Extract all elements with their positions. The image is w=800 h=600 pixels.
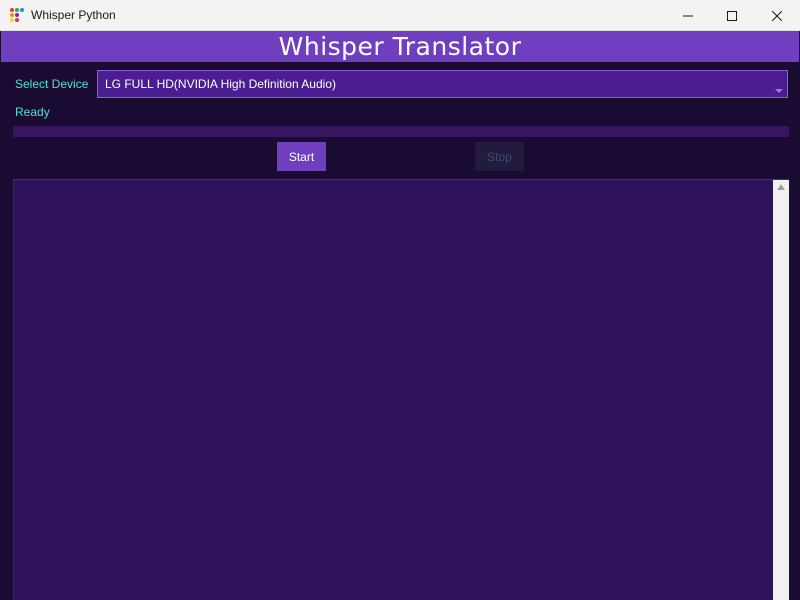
- app-window: Whisper Python Whisper Translator Select…: [0, 0, 800, 600]
- device-select[interactable]: LG FULL HD(NVIDIA High Definition Audio): [97, 70, 788, 98]
- start-button[interactable]: Start: [277, 142, 326, 171]
- maximize-icon: [727, 10, 737, 21]
- title-bar: Whisper Python: [0, 0, 800, 31]
- close-button[interactable]: [754, 0, 800, 31]
- minimize-button[interactable]: [665, 0, 711, 31]
- maximize-button[interactable]: [709, 0, 755, 31]
- select-device-label: Select Device: [15, 77, 89, 91]
- app-logo-icon: [10, 8, 24, 22]
- window-title: Whisper Python: [31, 8, 116, 22]
- transcript-output[interactable]: [13, 179, 789, 600]
- app-header: Whisper Translator: [1, 31, 799, 62]
- chevron-down-icon: [775, 89, 783, 93]
- page-title: Whisper Translator: [278, 32, 522, 61]
- vertical-scrollbar[interactable]: [773, 180, 789, 600]
- device-select-value: LG FULL HD(NVIDIA High Definition Audio): [105, 77, 336, 91]
- progress-bar: [13, 126, 789, 137]
- status-text: Ready: [15, 105, 50, 119]
- stop-button[interactable]: Stop: [475, 142, 524, 171]
- minimize-icon: [683, 11, 693, 21]
- scroll-up-arrow-icon[interactable]: [777, 184, 785, 190]
- close-icon: [772, 10, 782, 21]
